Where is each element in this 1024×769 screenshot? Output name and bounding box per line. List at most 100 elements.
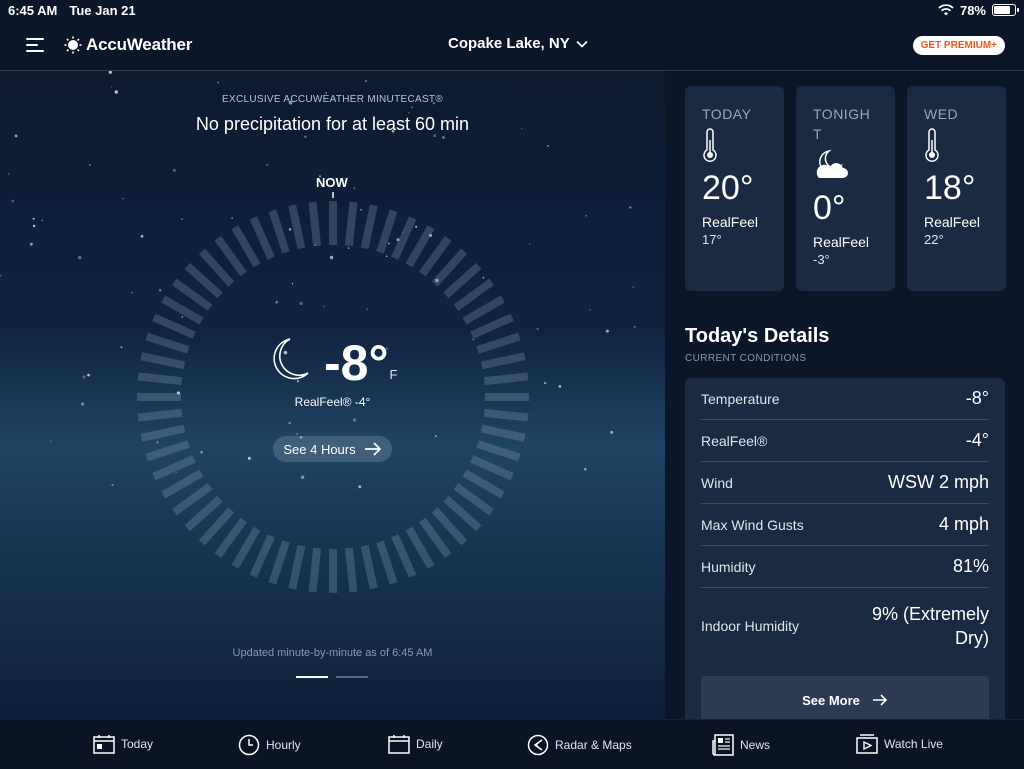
tab-hourly[interactable]: Hourly [238,734,301,756]
tab-label: Radar & Maps [555,738,632,752]
dial-tick [268,540,290,585]
dial-tick [145,332,190,354]
tab-today[interactable]: Today [93,734,153,754]
dial-tick [288,544,306,590]
details-title: Today's Details [685,325,830,347]
dial-tick [249,534,275,578]
battery-percent: 78% [959,2,986,18]
dial-tick [140,352,186,370]
forecast-card-today[interactable]: TODAY 20° RealFeel 17° [685,86,784,291]
dial-tick [161,469,204,499]
forecast-realfeel-label: RealFeel [924,214,981,230]
tab-label: Hourly [266,738,301,752]
dial-tick [391,534,417,578]
calendar-today-icon [93,735,115,754]
detail-value: WSW 2 mph [887,472,989,492]
forecast-card-wed[interactable]: WED 18° RealFeel 22° [907,86,1006,291]
dial-tick [391,216,417,260]
dial-tick [344,547,358,593]
detail-value: -8° [965,388,989,408]
clock-icon [238,734,260,756]
dial-tick [344,201,358,247]
dial-tick [308,547,322,593]
dial-tick [360,204,378,250]
tab-label: Today [121,737,154,751]
details-subtitle: CURRENT CONDITIONS [685,353,807,364]
status-time: 6:45 AM [8,2,58,18]
forecast-realfeel-label: RealFeel [702,214,759,230]
temp-unit: F [389,367,398,382]
tab-radar-maps[interactable]: Radar & Maps [527,734,632,756]
forecast-realfeel-label: RealFeel [813,234,870,250]
dial-tick [137,408,183,422]
dial-tick [145,440,190,462]
detail-value: 9% (Extremely Dry) [871,604,989,648]
moon-icon [273,338,309,380]
see-more-button[interactable]: See More [701,676,989,719]
dial-tick [249,216,275,260]
tab-label: Daily [416,737,443,751]
detail-row-wind-gusts: Max Wind Gusts 4 mph [701,504,989,546]
dial-tick [476,332,521,354]
dial-tick [231,526,261,569]
calendar-icon [388,735,410,754]
detail-label: Temperature [701,390,780,407]
video-icon [856,734,878,754]
chevron-down-icon [576,40,588,48]
forecast-period: TODAY [702,106,752,122]
dial-tick [405,526,435,569]
location-name: Copake Lake, NY [448,35,570,52]
radar-icon [527,734,549,756]
dial-tick [470,455,514,481]
now-label: NOW [316,175,348,190]
forecast-period: TONIGHT [813,106,871,142]
menu-icon[interactable] [26,38,44,52]
minutecast-panel: EXCLUSIVE ACCUWEATHER MINUTECAST® No pre… [0,71,665,719]
dial-tick [268,209,290,254]
see-hours-button[interactable]: See 4 Hours [273,436,392,462]
location-selector[interactable]: Copake Lake, NY [448,35,588,52]
dial-tick [462,295,505,325]
get-premium-button[interactable]: GET PREMIUM+ [912,36,1005,55]
moon-cloud-icon [816,149,848,178]
tab-daily[interactable]: Daily [388,734,443,754]
dial-tick [231,225,261,268]
page-dot-2[interactable] [336,676,368,678]
updated-text: Updated minute-by-minute as of 6:45 AM [232,647,433,659]
tab-watch-live[interactable]: Watch Live [856,734,943,754]
forecast-realfeel: -3° [813,252,830,267]
dial-tick [483,408,529,422]
forecast-card-tonight[interactable]: TONIGHT 0° RealFeel -3° [796,86,895,291]
detail-value: 81% [952,556,989,576]
dial-tick [137,372,183,386]
dial-tick [376,209,398,254]
detail-label: Humidity [701,558,756,575]
dial-tick [161,295,204,325]
tab-label: Watch Live [884,737,943,751]
forecast-realfeel: 17° [702,232,722,247]
dial-tick [376,540,398,585]
bottom-tab-bar: Today Hourly Daily Radar & Maps News Wat… [0,719,1024,769]
page-dot-1[interactable] [296,676,328,678]
detail-label: RealFeel® [701,432,768,449]
detail-value: 4 mph [938,514,989,534]
thermometer-icon [925,128,939,162]
details-panel: Temperature -8° RealFeel® -4° Wind WSW 2… [685,378,1005,719]
current-realfeel: RealFeel® -4° [294,395,371,409]
current-conditions: -8° F [268,335,397,391]
see-more-label: See More [802,692,860,708]
detail-row-temperature: Temperature -8° [701,378,989,420]
dial-tick [288,204,306,250]
dial-tick [483,372,529,386]
dial-tick [152,313,196,339]
forecast-realfeel: 22° [924,232,944,247]
page-indicator[interactable] [296,676,368,678]
dial-tick [140,424,186,442]
brand-name: AccuWeather [86,35,193,54]
current-temp: -8° [324,335,389,391]
wifi-icon [938,4,954,16]
arrow-right-icon [872,694,888,706]
detail-row-indoor-humidity: Indoor Humidity 9% (Extremely Dry) [701,588,989,664]
tab-news[interactable]: News [712,734,770,756]
forecast-temp: 20° [702,169,754,207]
